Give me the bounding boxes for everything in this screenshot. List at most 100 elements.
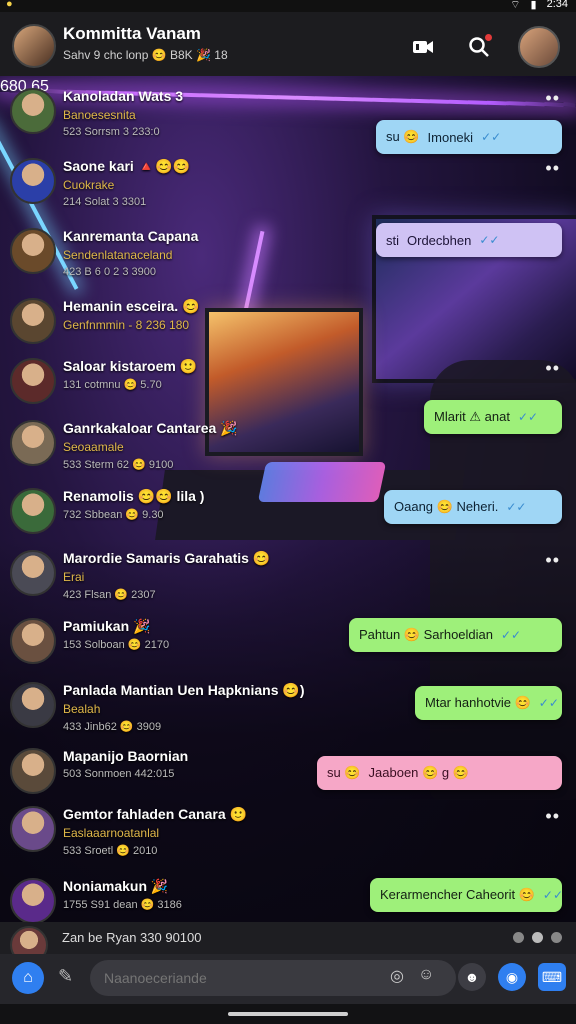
bubble-prefix: su 😊	[327, 765, 361, 780]
read-receipt-icon: ✓✓	[481, 130, 502, 144]
avatar	[10, 420, 56, 466]
bubble-prefix: sti	[386, 232, 399, 248]
chat-preview: Seoaamale	[63, 440, 124, 454]
pagination-dots	[513, 932, 562, 943]
avatar	[10, 88, 56, 134]
avatar	[10, 748, 56, 794]
message-bubble[interactable]: su 😊 Jaaboen 😊 g 😊	[317, 756, 562, 790]
search-icon[interactable]	[462, 30, 496, 64]
status-bar: ● ⌔ ▮ 2:34	[0, 0, 576, 12]
chat-row[interactable]: Marordie Samaris Garahatis 😊 Erai 423 Flsa…	[0, 540, 576, 604]
avatar	[10, 228, 56, 274]
chat-preview: Easlaaarnoatanlal	[63, 826, 160, 840]
pin-icon[interactable]: ✎	[58, 966, 73, 987]
chat-meta: 533 Sroetl 😊 2010	[63, 845, 158, 857]
chat-name: Panlada Mantian Uen Hapknians 😊)	[63, 682, 305, 698]
message-bubble[interactable]: Mtar hanhotvie 😊 ✓✓	[415, 686, 562, 720]
chat-name: Noniamakun 🎉	[63, 878, 169, 894]
bubble-text: Oaang 😊 Neheri.	[394, 499, 499, 514]
chat-name: Zan be Ryan 330 90100	[62, 930, 202, 945]
message-bubble[interactable]: Kerarmencher Caheorit 😊 ✓✓	[370, 878, 564, 912]
more-options-icon[interactable]: ••	[545, 550, 560, 571]
chat-title[interactable]: Kommitta Vanam	[63, 24, 201, 44]
chat-name: Saloar kistaroem 🙂	[63, 358, 198, 374]
chat-row[interactable]: Hemanin esceira. 😊 Genfnmmin - 8 236 180	[0, 288, 576, 352]
chat-meta: 423 B 6 0 2 3 3900	[63, 266, 156, 278]
read-receipt-icon: ✓✓	[542, 888, 564, 902]
bubble-text: Mtar hanhotvie 😊	[425, 695, 531, 710]
avatar	[10, 682, 56, 728]
chat-preview: Bealah	[63, 702, 101, 716]
read-receipt-icon: ✓✓	[517, 410, 539, 424]
chat-name: Renamolis 😊😊 lila )	[63, 488, 205, 504]
profile-avatar[interactable]	[518, 26, 560, 68]
chat-meta: 1755 S91 dean 😊 3186	[63, 899, 182, 911]
chat-row-last[interactable]: Zan be Ryan 330 90100	[0, 922, 576, 964]
chat-meta: 523 Sorrsm 3 233:0	[63, 126, 160, 138]
message-bubble[interactable]: sti Ordecbhen ✓✓	[376, 223, 562, 257]
more-options-icon[interactable]: ••	[545, 88, 560, 109]
chat-row[interactable]: Saone kari 🔺😊😊 Cuokrake 214 Solat 3 3301 ••	[0, 148, 576, 212]
chat-preview: Banoesesnita	[63, 108, 136, 122]
search-badge	[485, 34, 492, 41]
status-icons: ⌔ ▮ 2:34	[510, 0, 568, 12]
chat-name: Hemanin esceira. 😊	[63, 298, 200, 314]
chat-name: Saone kari 🔺😊😊	[63, 158, 190, 174]
sticker-icon[interactable]: ◎	[390, 966, 404, 986]
bubble-text: Imoneki	[427, 129, 474, 145]
home-button[interactable]: ⌂	[12, 962, 44, 994]
message-bubble[interactable]: Pahtun 😊 Sarhoeldian ✓✓	[349, 618, 562, 652]
chat-header: Kommitta Vanam Sahv 9 chc lonp 😊 B8K 🎉 1…	[0, 12, 576, 76]
bubble-prefix: su 😊	[386, 129, 420, 144]
avatar	[10, 618, 56, 664]
avatar	[10, 158, 56, 204]
chat-row[interactable]: Gemtor fahladen Canara 🙂 Easlaaarnoatanla…	[0, 796, 576, 860]
signal-icon: ▮	[530, 0, 537, 11]
notification-icon: ●	[6, 0, 13, 10]
composer-bar: ⌂ ✎ ◎ ☺ ☻ ◉ ⌨	[0, 954, 576, 1004]
read-receipt-icon: ✓✓	[538, 696, 559, 710]
chat-name: Gemtor fahladen Canara 🙂	[63, 806, 247, 822]
chat-meta: 131 cotmnu 😊 5.70	[63, 379, 162, 391]
chat-meta: 153 Solboan 😊 2170	[63, 639, 170, 651]
chat-subtitle: Sahv 9 chc lonp 😊 B8K 🎉 18	[63, 48, 228, 62]
more-options-icon[interactable]: ••	[545, 158, 560, 179]
home-indicator[interactable]	[228, 1012, 348, 1016]
avatar	[10, 488, 56, 534]
avatar	[10, 298, 56, 344]
read-receipt-icon: ✓✓	[506, 500, 527, 514]
more-options-icon[interactable]: ••	[545, 806, 560, 827]
chat-meta: 214 Solat 3 3301	[63, 196, 147, 208]
chat-meta: 732 Sbbean 😊 9.30	[63, 509, 164, 521]
home-indicator-bar	[0, 1004, 576, 1024]
message-bubble[interactable]: Oaang 😊 Neheri. ✓✓	[384, 490, 562, 524]
video-call-icon[interactable]	[406, 30, 440, 64]
chat-name: Kanremanta Capana	[63, 228, 199, 244]
chat-meta: 433 Jinb62 😊 3909	[63, 721, 162, 733]
more-options-icon[interactable]: ••	[545, 358, 560, 379]
chat-name: Kanoladan Wats 3	[63, 88, 184, 104]
group-avatar[interactable]	[12, 24, 56, 68]
send-button[interactable]: ◉	[498, 963, 526, 991]
chat-preview: Erai	[63, 570, 85, 584]
read-receipt-icon: ✓✓	[501, 628, 522, 642]
bubble-text: Jaaboen 😊 g 😊	[368, 765, 469, 780]
keyboard-toggle-button[interactable]: ⌨	[538, 963, 566, 991]
chat-preview: Sendenlatanaceland	[63, 248, 173, 262]
bubble-text: Mlarit ⚠ anat	[434, 409, 510, 424]
chat-list: Kanoladan Wats 3 Banoesesnita 523 Sorrsm 3…	[0, 78, 576, 924]
avatar	[10, 358, 56, 404]
chat-preview: Genfnmmin - 8 236 180	[63, 318, 190, 332]
avatar	[10, 878, 56, 924]
read-receipt-icon: ✓✓	[479, 233, 500, 247]
avatar	[10, 806, 56, 852]
chat-meta: 503 Sonmoen 442:015	[63, 768, 175, 780]
chat-meta: 423 Flsan 😊 2307	[63, 589, 156, 601]
message-bubble[interactable]: Mlarit ⚠ anat ✓✓	[424, 400, 562, 434]
emoji-icon[interactable]: ☺	[418, 966, 434, 986]
bubble-text: Pahtun 😊 Sarhoeldian	[359, 627, 493, 642]
chat-name: Mapanijo Baornian	[63, 748, 189, 764]
status-time: 2:34	[546, 0, 568, 10]
reaction-button[interactable]: ☻	[458, 963, 486, 991]
chat-name: Ganrkakaloar Cantarea 🎉	[63, 420, 238, 436]
